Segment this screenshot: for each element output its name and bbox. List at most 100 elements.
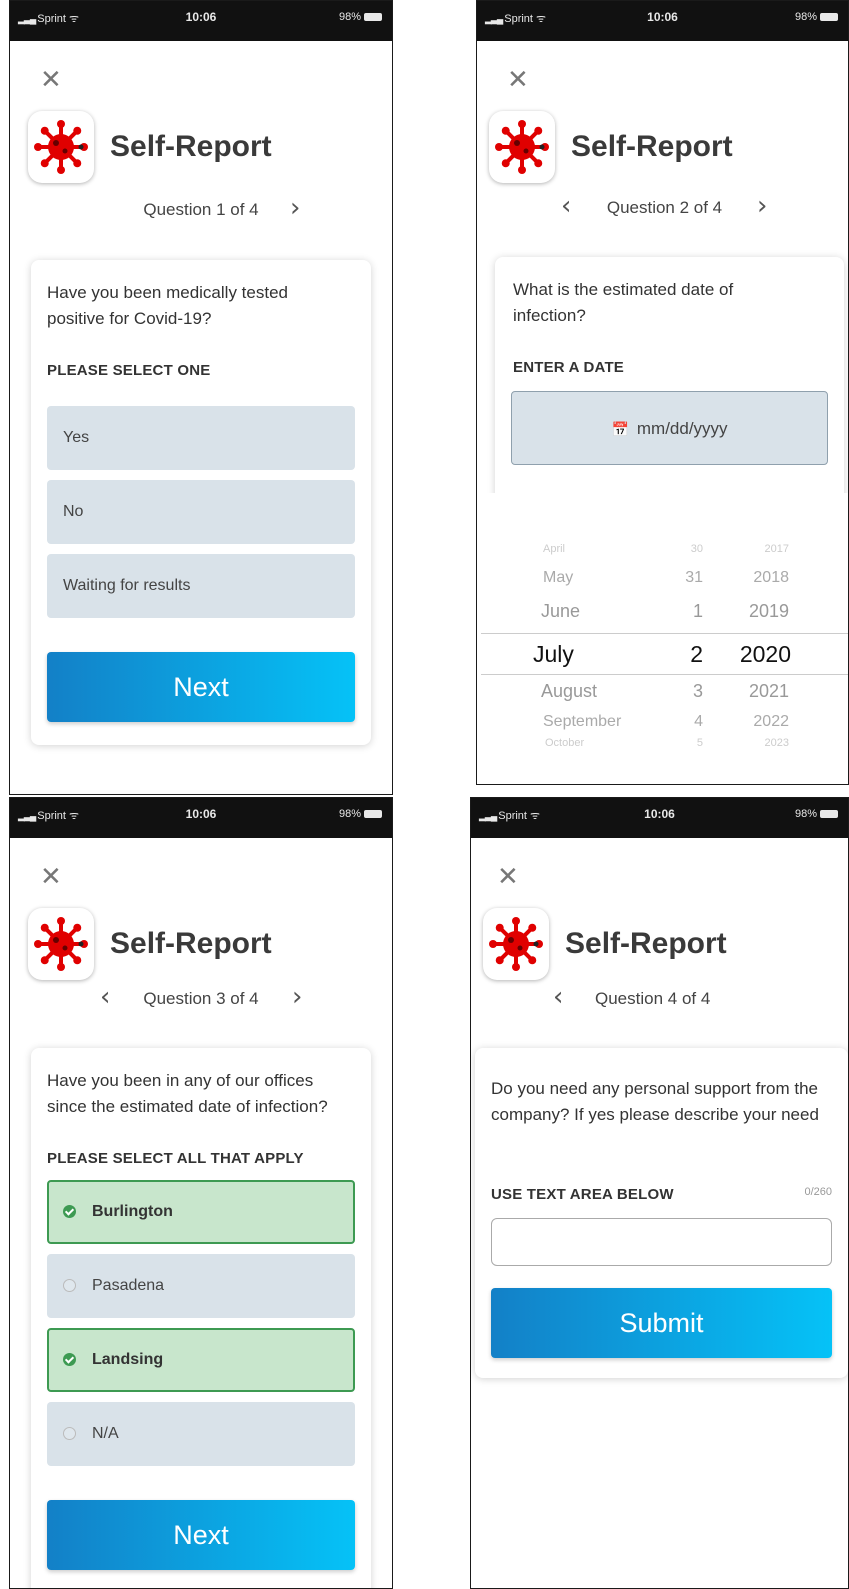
instruction-label: PLEASE SELECT ALL THAT APPLY bbox=[47, 1150, 304, 1167]
picker-year[interactable]: 2021 bbox=[709, 681, 789, 702]
picker-day[interactable]: 31 bbox=[663, 569, 703, 587]
close-icon[interactable]: ✕ bbox=[40, 67, 62, 93]
chevron-right-icon[interactable]: › bbox=[292, 982, 302, 1012]
picker-year[interactable]: 2023 bbox=[709, 737, 789, 749]
picker-day-selected[interactable]: 2 bbox=[663, 641, 703, 668]
screen-question-2: ▂▃▄ Sprint ᯤ 10:06 98% ✕ Self-Report ‹ Q… bbox=[476, 0, 849, 785]
question-text: Do you need any personal support from th… bbox=[491, 1079, 819, 1124]
chevron-left-icon[interactable]: ‹ bbox=[561, 191, 571, 221]
instruction-label: PLEASE SELECT ONE bbox=[47, 362, 211, 379]
next-button[interactable]: Next bbox=[47, 1500, 355, 1570]
app-header: Self-Report bbox=[489, 111, 733, 183]
app-title: Self-Report bbox=[571, 130, 733, 163]
next-button[interactable]: Next bbox=[47, 652, 355, 722]
battery-label: 98% bbox=[794, 11, 817, 23]
option-label: N/A bbox=[92, 1425, 119, 1442]
question-counter: Question 2 of 4 bbox=[606, 198, 723, 217]
app-title: Self-Report bbox=[565, 927, 727, 960]
virus-logo-icon bbox=[28, 908, 94, 980]
picker-day[interactable]: 5 bbox=[663, 737, 703, 749]
modal-sheet: ✕ bbox=[475, 850, 848, 1588]
virus-logo-icon bbox=[489, 111, 555, 183]
status-bar: ▂▃▄ Sprint ᯤ 10:06 98% bbox=[471, 798, 848, 838]
submit-button[interactable]: Submit bbox=[491, 1288, 832, 1358]
status-bar: ▂▃▄ Sprint ᯤ 10:06 98% bbox=[477, 1, 848, 41]
option-burlington[interactable]: Burlington bbox=[47, 1180, 355, 1244]
picker-year-selected[interactable]: 2020 bbox=[711, 641, 791, 668]
support-textarea[interactable] bbox=[491, 1218, 832, 1266]
status-bar: ▂▃▄ Sprint ᯤ 10:06 98% bbox=[10, 1, 392, 41]
option-na[interactable]: N/A bbox=[47, 1402, 355, 1466]
app-title: Self-Report bbox=[110, 927, 272, 960]
battery-label: 98% bbox=[794, 808, 817, 820]
calendar-icon: 📅 bbox=[611, 422, 629, 438]
character-counter: 0/260 bbox=[804, 1186, 832, 1198]
option-waiting[interactable]: Waiting for results bbox=[47, 554, 355, 618]
screen-question-3: ▂▃▄ Sprint ᯤ 10:06 98% ✕ Self-Report ‹ Q… bbox=[9, 797, 393, 1589]
chevron-left-icon[interactable]: ‹ bbox=[553, 982, 563, 1012]
status-time: 10:06 bbox=[644, 807, 675, 821]
option-no[interactable]: No bbox=[47, 480, 355, 544]
battery-icon bbox=[364, 810, 382, 819]
close-icon[interactable]: ✕ bbox=[40, 864, 62, 890]
modal-sheet: ✕ bbox=[481, 53, 848, 784]
option-label: Burlington bbox=[92, 1203, 173, 1220]
battery-icon bbox=[364, 13, 382, 22]
app-header: Self-Report bbox=[28, 111, 272, 183]
picker-day[interactable]: 1 bbox=[663, 601, 703, 622]
app-title: Self-Report bbox=[110, 130, 272, 163]
question-card: Do you need any personal support from th… bbox=[475, 1048, 848, 1378]
screen-question-4: ▂▃▄ Sprint ᯤ 10:06 98% ✕ Self-Report ‹ Q… bbox=[470, 797, 849, 1589]
check-circle-icon bbox=[63, 1205, 76, 1219]
option-label: Pasadena bbox=[92, 1277, 165, 1294]
chevron-right-icon[interactable]: › bbox=[290, 193, 300, 223]
question-nav: Question 1 of 4 › bbox=[14, 193, 388, 225]
instruction-label: ENTER A DATE bbox=[513, 359, 625, 376]
check-circle-icon bbox=[63, 1353, 76, 1367]
app-header: Self-Report bbox=[28, 908, 272, 980]
question-text: What is the estimated date of infection? bbox=[513, 280, 734, 325]
question-nav: ‹ Question 3 of 4 › bbox=[14, 982, 388, 1014]
chevron-left-icon[interactable]: ‹ bbox=[100, 982, 110, 1012]
picker-year[interactable]: 2022 bbox=[709, 713, 789, 731]
question-card: Have you been medically tested positive … bbox=[31, 260, 371, 745]
empty-circle-icon bbox=[63, 1427, 76, 1441]
modal-sheet: ✕ bbox=[14, 850, 388, 1588]
close-icon[interactable]: ✕ bbox=[507, 67, 529, 93]
picker-year[interactable]: 2019 bbox=[709, 601, 789, 622]
question-nav: ‹ Question 2 of 4 › bbox=[481, 191, 848, 223]
date-picker-wheel[interactable]: April May June July August September Oct… bbox=[481, 493, 848, 784]
close-icon[interactable]: ✕ bbox=[497, 864, 519, 890]
status-time: 10:06 bbox=[185, 10, 217, 24]
status-time: 10:06 bbox=[647, 10, 678, 24]
chevron-right-icon[interactable]: › bbox=[757, 191, 767, 221]
picker-day[interactable]: 3 bbox=[663, 681, 703, 702]
battery-label: 98% bbox=[338, 808, 361, 820]
picker-day[interactable]: 4 bbox=[663, 713, 703, 731]
date-input[interactable]: 📅 mm/dd/yyyy bbox=[511, 391, 828, 465]
picker-day[interactable]: 30 bbox=[663, 543, 703, 555]
question-card: What is the estimated date of infection?… bbox=[495, 257, 844, 517]
option-yes[interactable]: Yes bbox=[47, 406, 355, 470]
virus-logo-icon bbox=[483, 908, 549, 980]
question-text: Have you been medically tested positive … bbox=[47, 283, 288, 328]
question-counter: Question 1 of 4 bbox=[143, 200, 259, 219]
instruction-label: USE TEXT AREA BELOW bbox=[491, 1186, 674, 1203]
option-pasadena[interactable]: Pasadena bbox=[47, 1254, 355, 1318]
status-bar: ▂▃▄ Sprint ᯤ 10:06 98% bbox=[10, 798, 392, 838]
battery-label: 98% bbox=[338, 11, 361, 23]
question-card: Have you been in any of our offices sinc… bbox=[31, 1048, 371, 1588]
picker-year[interactable]: 2018 bbox=[709, 569, 789, 587]
modal-sheet: ✕ bbox=[14, 53, 388, 794]
battery-icon bbox=[820, 810, 838, 819]
virus-logo-icon bbox=[28, 111, 94, 183]
picker-year[interactable]: 2017 bbox=[709, 543, 789, 555]
option-label: Landsing bbox=[92, 1351, 164, 1368]
empty-circle-icon bbox=[63, 1279, 76, 1293]
question-counter: Question 4 of 4 bbox=[595, 989, 711, 1008]
status-time: 10:06 bbox=[185, 807, 217, 821]
app-header: Self-Report bbox=[483, 908, 727, 980]
screen-question-1: ▂▃▄ Sprint ᯤ 10:06 98% ✕ Self-Report Que… bbox=[9, 0, 393, 795]
option-landsing[interactable]: Landsing bbox=[47, 1328, 355, 1392]
battery-icon bbox=[820, 13, 838, 22]
